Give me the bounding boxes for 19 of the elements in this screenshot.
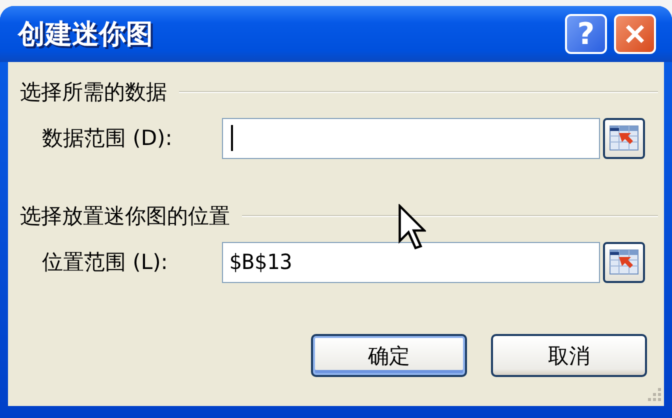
input-field[interactable]	[222, 118, 600, 158]
field-label: 数据范围 (D):	[42, 125, 174, 152]
field-label: 位置范围 (L):	[42, 249, 169, 276]
section-heading: 选择所需的数据	[20, 79, 167, 106]
grid-arrow-icon	[609, 249, 639, 275]
text-cursor	[231, 125, 233, 151]
resize-grip-icon[interactable]	[648, 388, 662, 402]
grid-arrow-icon	[609, 125, 639, 151]
input-field[interactable]: $B$13	[222, 242, 600, 282]
close-button[interactable]	[614, 14, 656, 54]
dialog-button[interactable]: 取消	[491, 334, 647, 377]
range-picker-button[interactable]	[603, 118, 645, 158]
range-picker-button[interactable]	[603, 242, 645, 282]
section-heading: 选择放置迷你图的位置	[20, 203, 230, 230]
mouse-pointer-icon	[398, 204, 426, 250]
window-title: 创建迷你图	[18, 18, 153, 52]
close-icon	[624, 23, 646, 45]
dialog-button[interactable]: 确定	[311, 334, 467, 377]
help-button[interactable]: ?	[565, 14, 607, 54]
